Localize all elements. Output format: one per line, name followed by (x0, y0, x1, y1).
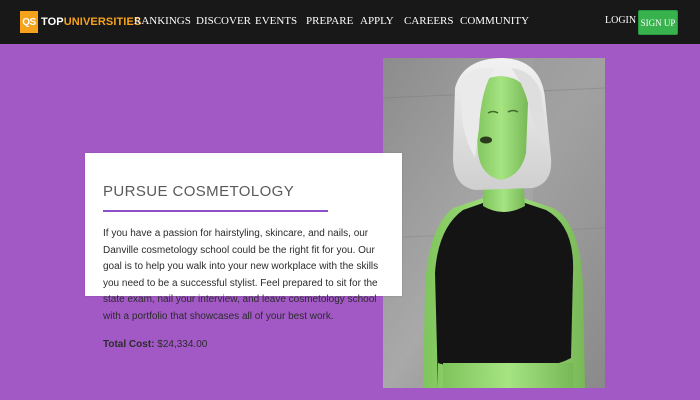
nav-item-events[interactable]: EVENTS (255, 15, 297, 27)
top-navigation-bar: QS TOPUNIVERSITIES RANKINGS DISCOVER EVE… (0, 0, 700, 44)
nav-item-prepare[interactable]: PREPARE (306, 15, 353, 27)
total-cost-label: Total Cost: (103, 339, 155, 350)
program-title: PURSUE COSMETOLOGY (103, 183, 295, 200)
program-description: If you have a passion for hairstyling, s… (103, 228, 379, 322)
nav-item-rankings[interactable]: RANKINGS (134, 15, 191, 27)
signup-button[interactable]: SIGN UP (638, 10, 678, 35)
total-cost: Total Cost: $24,334.00 (103, 339, 207, 350)
title-underline (103, 210, 328, 212)
login-link[interactable]: LOGIN (605, 15, 636, 26)
nav-item-discover[interactable]: DISCOVER (196, 15, 251, 27)
nav-item-apply[interactable]: APPLY (360, 15, 394, 27)
total-cost-value: $24,334.00 (157, 339, 208, 350)
nav-item-community[interactable]: COMMUNITY (460, 15, 529, 27)
main-navigation: RANKINGS DISCOVER EVENTS PREPARE APPLY C… (0, 0, 700, 44)
model-portrait-image (383, 58, 605, 388)
nav-item-careers[interactable]: CAREERS (404, 15, 454, 27)
